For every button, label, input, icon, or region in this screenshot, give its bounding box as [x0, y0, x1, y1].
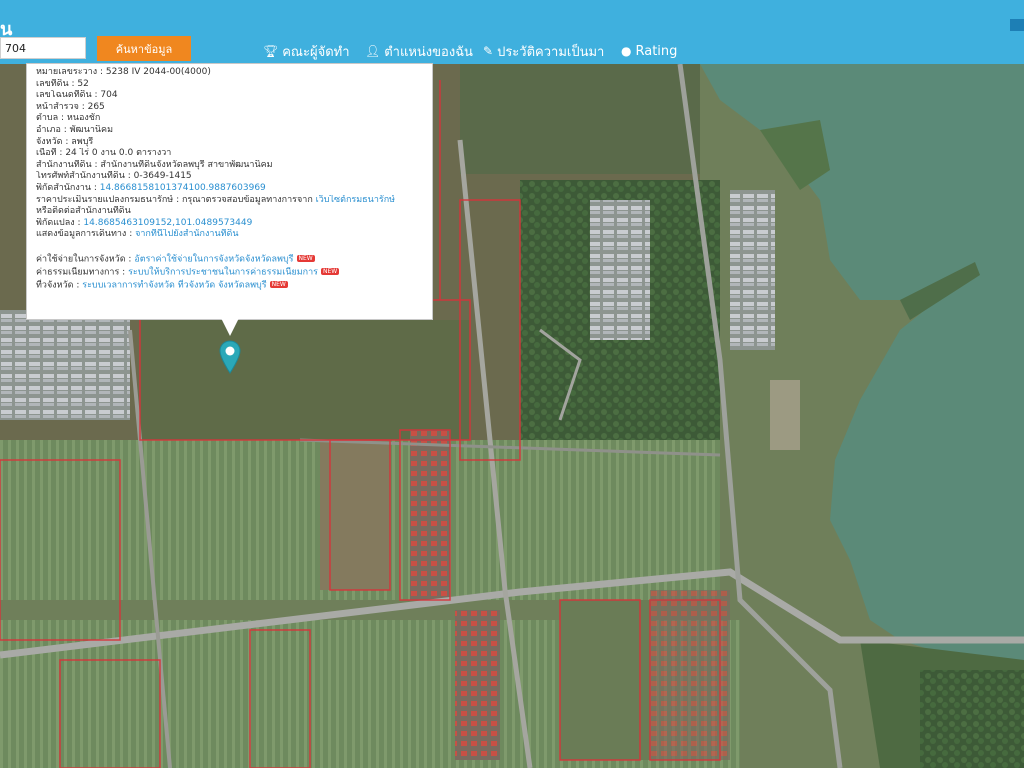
nav-item-team[interactable]: 🏆︎ คณะผู้จัดทำ: [263, 41, 350, 61]
location-pin-icon[interactable]: [219, 340, 241, 374]
new-badge: NEW: [321, 267, 340, 275]
nav-item-history[interactable]: ✎ ประวัติความเป็นมา: [483, 41, 604, 61]
popup-pointer: [221, 318, 239, 336]
info-land-office: สำนักงานที่ดิน : สำนักงานที่ดินจังหวัดลพ…: [36, 159, 273, 170]
user-icon: 👤︎: [365, 44, 381, 58]
parcel-coord-link[interactable]: 14.8685463109152,101.0489573449: [83, 218, 252, 228]
search-input[interactable]: [0, 37, 86, 59]
info-link-row: ค่าใช้จ่ายในการจังหวัด : อัตราค่าใช้จ่าย…: [36, 253, 423, 266]
appraisal-label: ราคาประเมินรายแปลงกรมธนารักษ์ : กรุณาตรว…: [36, 194, 316, 205]
office-coord-link[interactable]: 14.8668158101374100.9887603969: [100, 183, 266, 193]
top-navigation-bar: น ค้นหาข้อมูล 🏆︎ คณะผู้จัดทำ 👤︎ ตำแหน่งข…: [0, 0, 1024, 64]
parcel-coord-label: พิกัดแปลง :: [36, 217, 84, 228]
info-appraisal-cont: หรือติดต่อสำนักงานที่ดิน: [36, 206, 131, 217]
info-office-coord: พิกัดสำนักงาน : 14.8668158101374100.9887…: [36, 183, 423, 195]
office-coord-label: พิกัดสำนักงาน :: [36, 182, 100, 193]
info-appraisal: ราคาประเมินรายแปลงกรมธนารักษ์ : กรุณาตรว…: [36, 195, 423, 207]
info-phone: โทรศัพท์สำนักงานที่ดิน : 0-3649-1415: [36, 171, 192, 182]
comment-icon: ●: [621, 44, 632, 58]
info-parcel-no: เลขที่ดิน : 52: [36, 78, 89, 89]
book-icon: ✎: [483, 44, 494, 58]
link-label: ค่าธรรมเนียมทางการ :: [36, 267, 129, 278]
info-district: อำเภอ : พัฒนานิคม: [36, 124, 114, 135]
menu-icon[interactable]: [1010, 19, 1024, 31]
info-link-row: ที่วจังหวัด : ระบบเวลาการทำจังหวัด ที่วจ…: [36, 279, 423, 292]
nav-item-my-location[interactable]: 👤︎ ตำแหน่งของฉัน: [365, 41, 473, 61]
search-button[interactable]: ค้นหาข้อมูล: [97, 36, 191, 61]
nav-label: ตำแหน่งของฉัน: [384, 44, 473, 60]
info-deed-no: เลขโฉนดที่ดิน : 704: [36, 90, 118, 101]
directions-label: แสดงข้อมูลการเดินทาง :: [36, 229, 136, 240]
info-subdistrict: ตำบล : หนองชัก: [36, 113, 101, 124]
info-sheet-no: หมายเลขระวาง : 5238 IV 2044-00(4000): [36, 67, 211, 77]
info-parcel-coord: พิกัดแปลง : 14.8685463109152,101.0489573…: [36, 218, 423, 230]
fee-link[interactable]: อัตราค่าใช้จ่ายในการจังหวัดจังหวัดลพบุรี: [134, 254, 293, 264]
trophy-icon: 🏆︎: [263, 44, 279, 58]
queue-link[interactable]: ระบบเวลาการทำจังหวัด ที่วจังหวัด จังหวัด…: [82, 280, 266, 290]
nav-label: คณะผู้จัดทำ: [282, 44, 350, 60]
parcel-info-popup: หมายเลขระวาง : 5238 IV 2044-00(4000) เลข…: [26, 63, 433, 320]
new-badge: NEW: [269, 280, 288, 288]
info-province: จังหวัด : ลพบุรี: [36, 136, 94, 147]
fee-service-link[interactable]: ระบบให้บริการประชาชนในการค่าธรรมเนียมการ: [128, 267, 318, 277]
nav-label: Rating: [635, 43, 678, 59]
link-label: ที่วจังหวัด :: [36, 279, 83, 290]
info-survey-page: หน้าสำรวจ : 265: [36, 101, 105, 112]
info-link-row: ค่าธรรมเนียมทางการ : ระบบให้บริการประชาช…: [36, 266, 423, 279]
info-directions: แสดงข้อมูลการเดินทาง : จากที่นี่ไปยังสำน…: [36, 229, 423, 241]
info-area: เนื้อที่ : 24 ไร่ 0 งาน 0.0 ตารางวา: [36, 148, 172, 159]
nav-item-rating[interactable]: ● Rating: [621, 41, 677, 61]
new-badge: NEW: [296, 254, 315, 262]
link-label: ค่าใช้จ่ายในการจังหวัด :: [36, 254, 135, 265]
directions-link[interactable]: จากที่นี่ไปยังสำนักงานที่ดิน: [135, 229, 238, 239]
nav-label: ประวัติความเป็นมา: [497, 44, 605, 60]
appraisal-link[interactable]: เว็บไซต์กรมธนารักษ์: [316, 195, 395, 205]
